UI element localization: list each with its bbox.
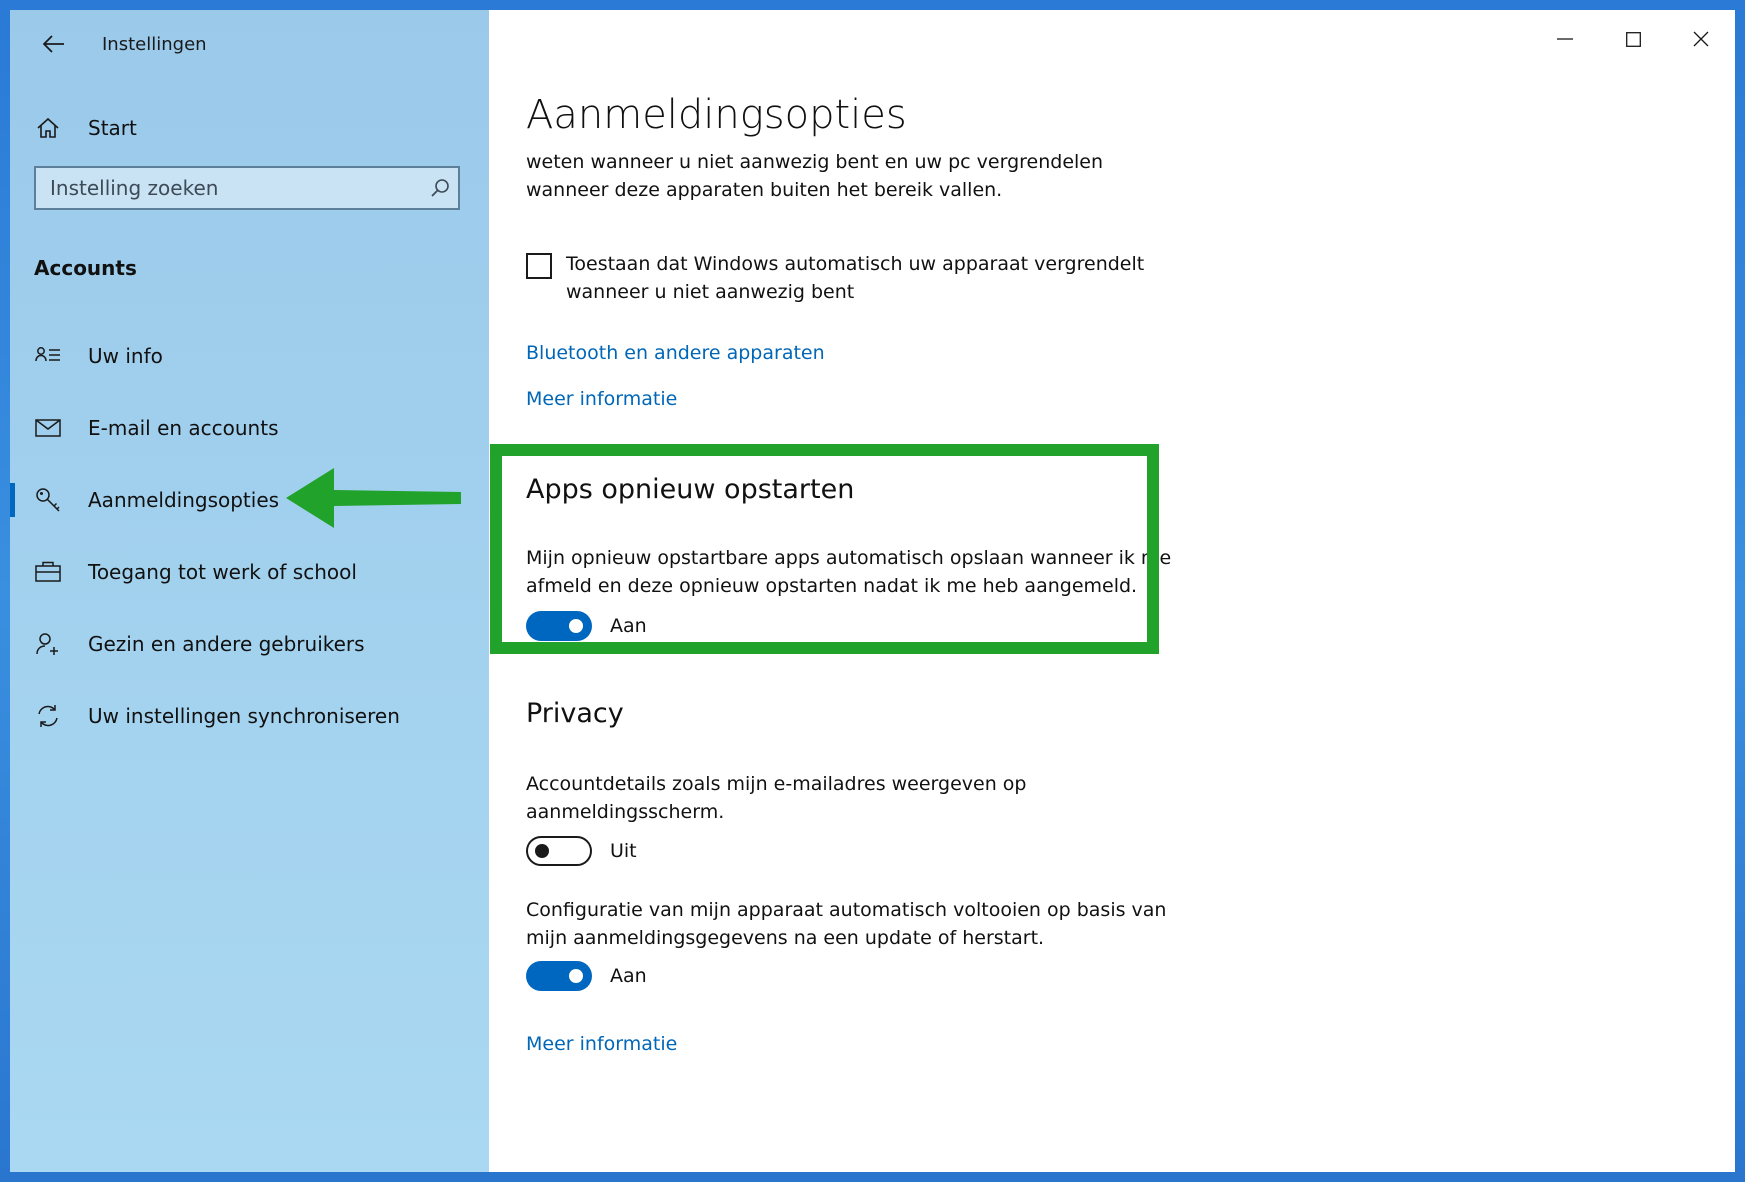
- sidebar-item-uw-info[interactable]: Uw info: [10, 320, 489, 392]
- toggle-knob: [569, 619, 583, 633]
- sidebar-item-werk-school[interactable]: Toegang tot werk of school: [10, 536, 489, 608]
- dynamic-lock-checkbox[interactable]: [526, 253, 552, 279]
- restart-apps-toggle[interactable]: [526, 611, 592, 641]
- close-button[interactable]: [1667, 10, 1735, 68]
- back-arrow-icon: [43, 35, 64, 53]
- add-person-icon: [34, 632, 62, 656]
- mail-icon: [34, 419, 62, 437]
- minimize-button[interactable]: [1531, 10, 1599, 68]
- user-info-icon: [34, 346, 62, 366]
- search-icon[interactable]: [422, 178, 458, 198]
- dynamic-lock-option[interactable]: Toestaan dat Windows automatisch uw appa…: [526, 250, 1166, 306]
- sidebar-item-label: Uw info: [88, 344, 163, 368]
- page-title: Aanmeldingsopties: [526, 92, 907, 138]
- sidebar-item-sync[interactable]: Uw instellingen synchroniseren: [10, 680, 489, 752]
- auto-config-toggle-label: Aan: [610, 965, 647, 987]
- home-icon: [34, 117, 62, 139]
- sidebar-item-label: Toegang tot werk of school: [88, 560, 357, 584]
- briefcase-icon: [34, 561, 62, 583]
- section-title-accounts: Accounts: [34, 256, 137, 280]
- account-details-toggle[interactable]: [526, 836, 592, 866]
- sidebar-item-label: Uw instellingen synchroniseren: [88, 704, 400, 728]
- sync-icon: [34, 703, 62, 729]
- nav-list: Uw info E-mail en accounts Aanmeldingsop…: [10, 320, 489, 752]
- account-details-description: Accountdetails zoals mijn e-mailadres we…: [526, 773, 1027, 823]
- toggle-knob: [569, 969, 583, 983]
- auto-config-description: Configuratie van mijn apparaat automatis…: [526, 899, 1167, 949]
- sidebar-item-label: Aanmeldingsopties: [88, 488, 280, 512]
- back-button[interactable]: [34, 24, 74, 64]
- sidebar-item-gezin[interactable]: Gezin en andere gebruikers: [10, 608, 489, 680]
- bluetooth-link[interactable]: Bluetooth en andere apparaten: [526, 342, 825, 364]
- nav-start-label: Start: [88, 116, 137, 140]
- maximize-button[interactable]: [1599, 10, 1667, 68]
- search-box: [34, 166, 460, 210]
- sidebar-item-label: E-mail en accounts: [88, 416, 279, 440]
- search-input[interactable]: [36, 168, 422, 208]
- restart-apps-description: Mijn opnieuw opstartbare apps automatisc…: [526, 547, 1172, 597]
- minimize-icon: [1557, 38, 1573, 40]
- nav-start[interactable]: Start: [34, 108, 454, 148]
- auto-config-toggle-row[interactable]: Aan: [526, 961, 647, 991]
- restart-apps-toggle-label: Aan: [610, 615, 647, 637]
- app-title: Instellingen: [102, 34, 207, 55]
- title-bar: Instellingen: [10, 10, 489, 70]
- settings-window: Instellingen Start Accounts: [10, 10, 1735, 1172]
- key-icon: [34, 487, 62, 513]
- sidebar: Instellingen Start Accounts: [10, 10, 489, 1172]
- maximize-icon: [1625, 31, 1641, 47]
- dynamic-lock-label: Toestaan dat Windows automatisch uw appa…: [566, 253, 1145, 303]
- restart-apps-heading: Apps opnieuw opstarten: [526, 474, 855, 505]
- sidebar-item-email-accounts[interactable]: E-mail en accounts: [10, 392, 489, 464]
- auto-config-toggle[interactable]: [526, 961, 592, 991]
- more-info-link-2[interactable]: Meer informatie: [526, 1033, 677, 1055]
- more-info-link-1[interactable]: Meer informatie: [526, 388, 677, 410]
- account-details-toggle-row[interactable]: Uit: [526, 836, 637, 866]
- restart-apps-toggle-row[interactable]: Aan: [526, 611, 647, 641]
- privacy-heading: Privacy: [526, 698, 624, 729]
- toggle-knob: [535, 844, 549, 858]
- intro-text: weten wanneer u niet aanwezig bent en uw…: [526, 151, 1104, 201]
- account-details-toggle-label: Uit: [610, 840, 637, 862]
- close-icon: [1693, 31, 1709, 47]
- sidebar-item-label: Gezin en andere gebruikers: [88, 632, 365, 656]
- annotation-arrow-icon: [286, 468, 461, 528]
- window-controls: [1531, 10, 1735, 68]
